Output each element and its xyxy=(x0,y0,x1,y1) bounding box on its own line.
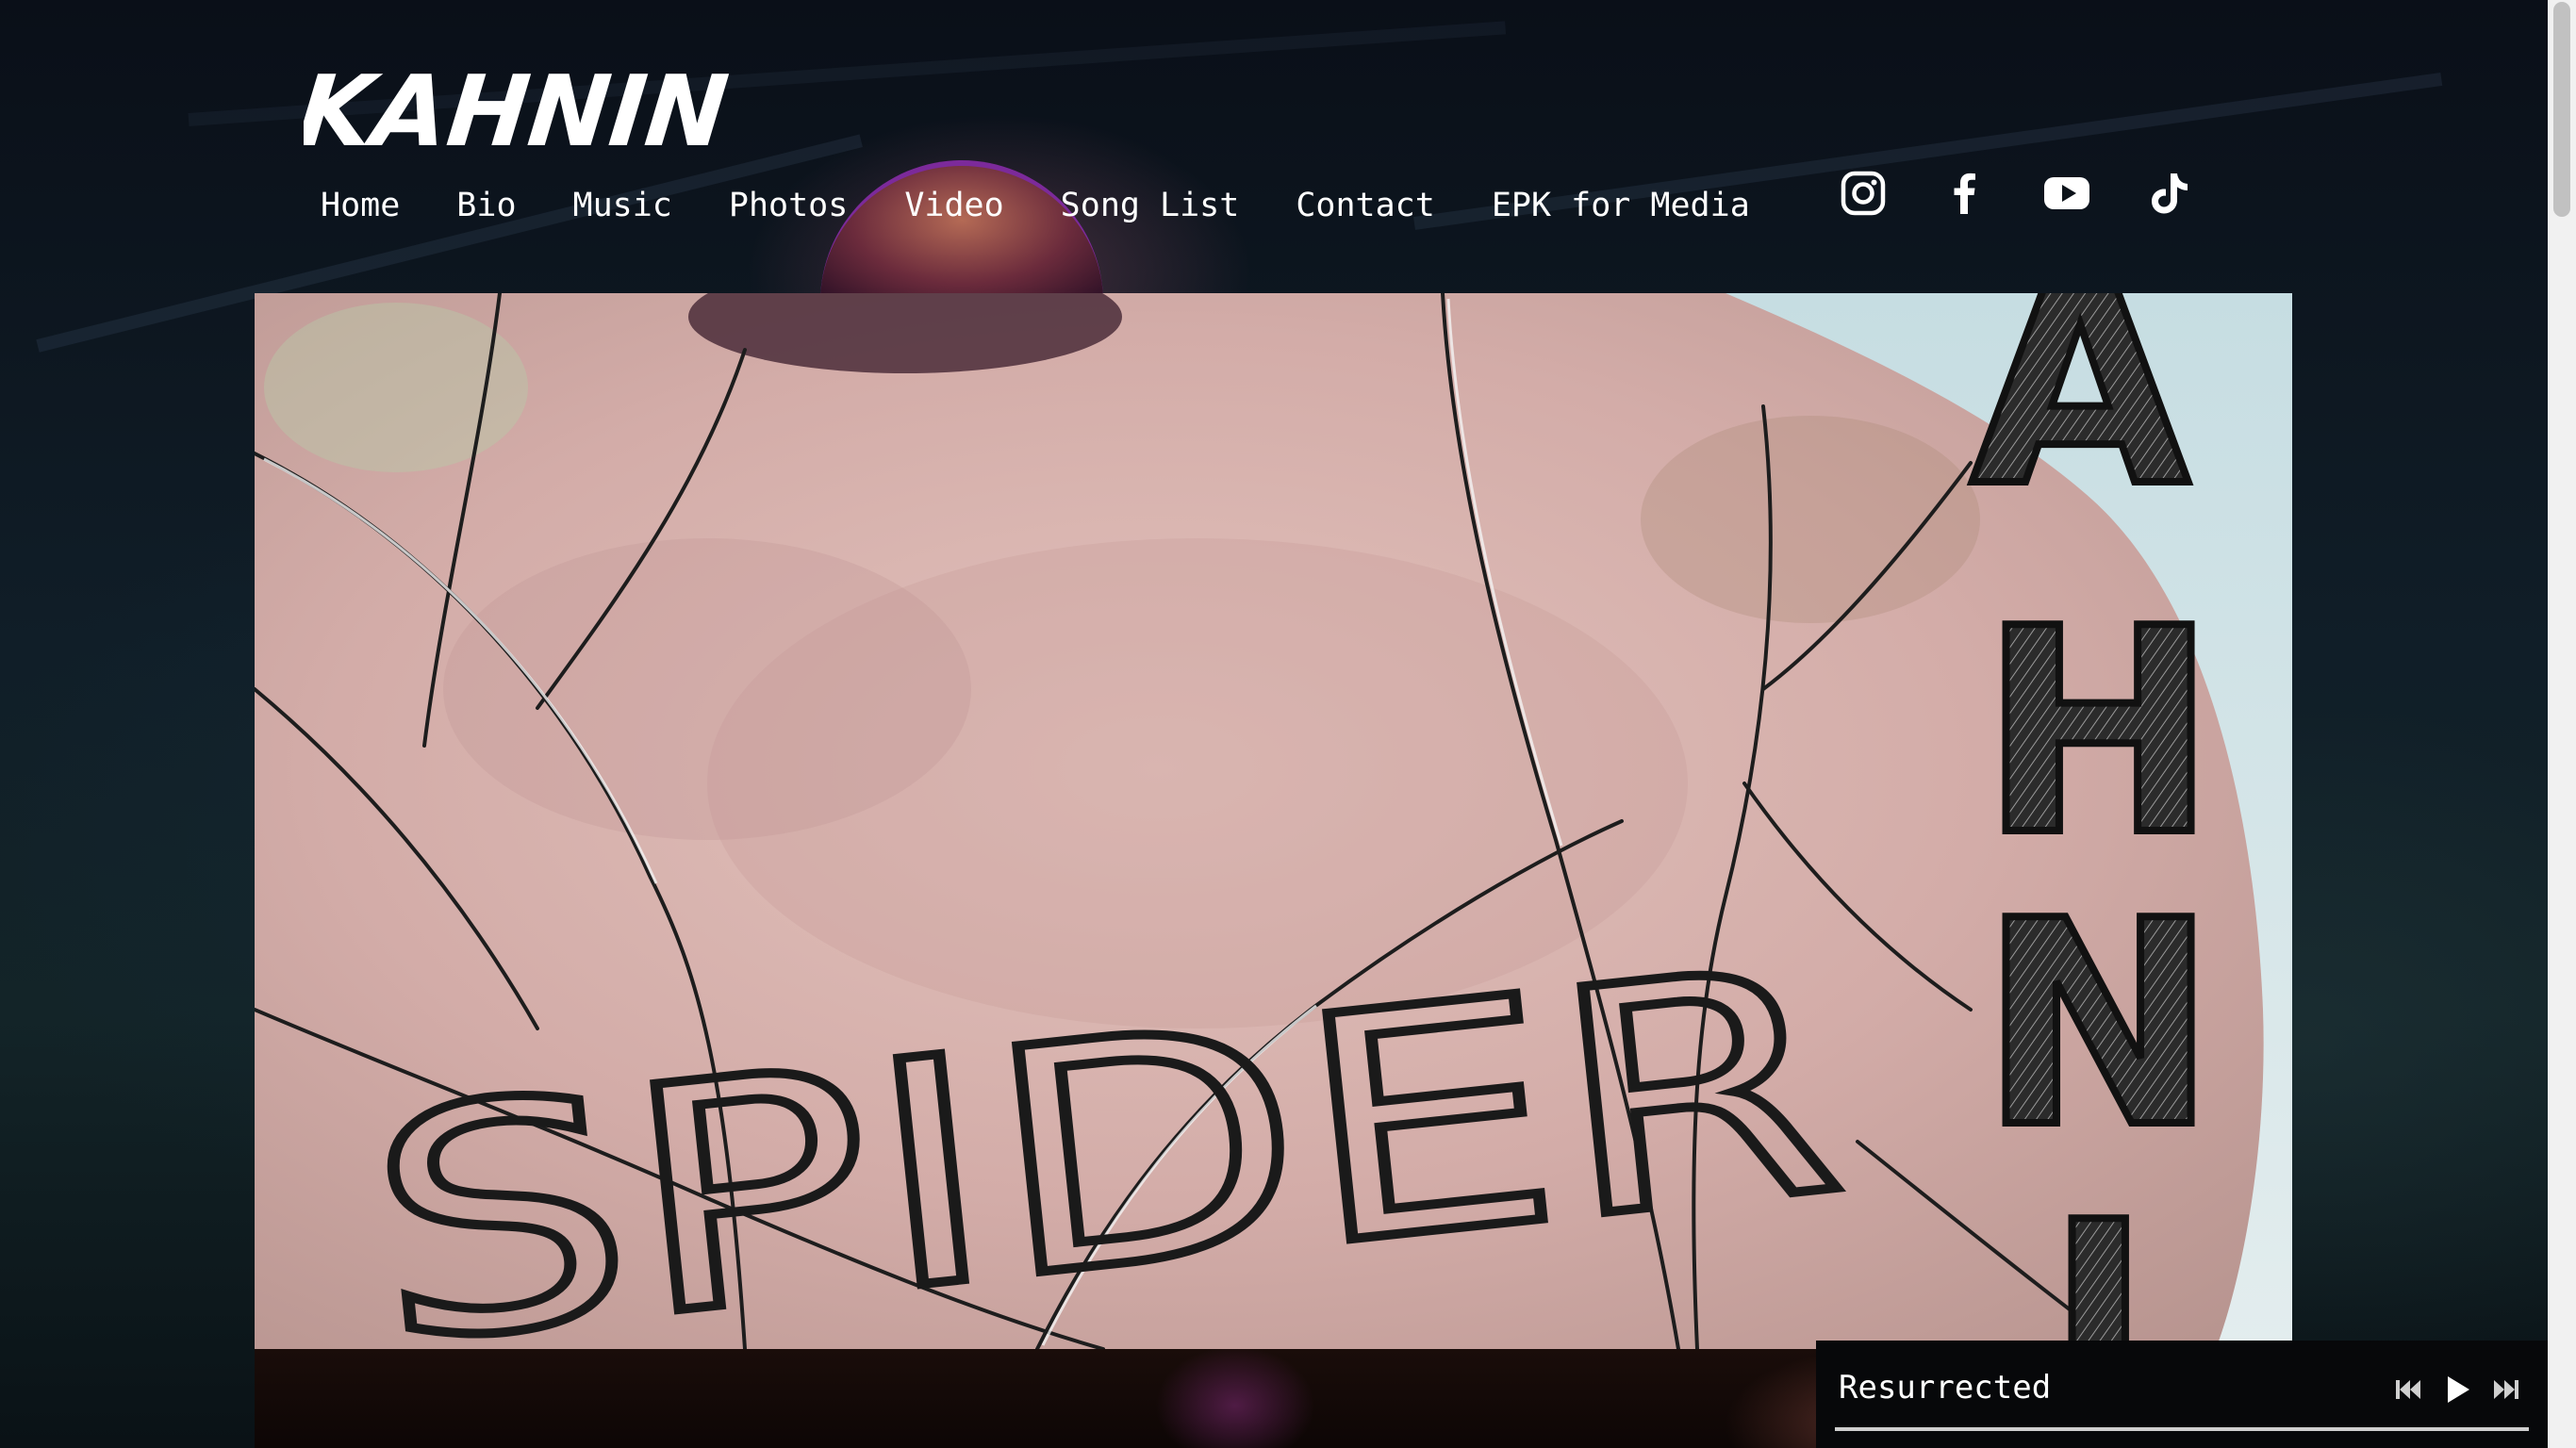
track-title: Resurrected xyxy=(1839,1369,2052,1407)
instagram-icon[interactable] xyxy=(1839,169,1888,218)
nav-music[interactable]: Music xyxy=(556,179,689,232)
music-player: Resurrected xyxy=(1816,1341,2548,1448)
hero-artwork-image: SPIDER A H N I xyxy=(255,293,2292,1349)
nav-video[interactable]: Video xyxy=(887,179,1020,232)
page-scrollbar[interactable] xyxy=(2548,0,2576,1448)
nav-bio[interactable]: Bio xyxy=(439,179,533,232)
main-nav: Home Bio Music Photos Video Song List Co… xyxy=(304,179,1790,232)
tiktok-icon[interactable] xyxy=(2144,169,2193,218)
nav-song-list[interactable]: Song List xyxy=(1044,179,1257,232)
hero-side-letter-a: A xyxy=(1971,293,2191,549)
hero-artwork-illustration: SPIDER A H N I xyxy=(255,293,2292,1349)
play-icon[interactable] xyxy=(2440,1373,2474,1407)
nav-photos[interactable]: Photos xyxy=(712,179,865,232)
scrollbar-thumb[interactable] xyxy=(2553,2,2570,217)
nav-contact[interactable]: Contact xyxy=(1279,179,1452,232)
hero-side-letter-n: N xyxy=(1980,861,2217,1190)
nav-home[interactable]: Home xyxy=(304,179,417,232)
social-links xyxy=(1839,165,2193,222)
hero-side-letter-i: I xyxy=(2046,1162,2152,1349)
facebook-icon[interactable] xyxy=(1940,169,1990,218)
track-progress-bar[interactable] xyxy=(1835,1427,2529,1431)
previous-track-icon[interactable] xyxy=(2391,1373,2425,1407)
nav-epk-for-media[interactable]: EPK for Media xyxy=(1475,179,1767,232)
logo-text: KAHNIN xyxy=(304,58,733,162)
hero-side-letter-h: H xyxy=(1980,568,2217,897)
next-track-icon[interactable] xyxy=(2489,1373,2523,1407)
site-logo[interactable]: KAHNIN xyxy=(292,54,737,169)
logo-wordmark: KAHNIN xyxy=(292,54,734,169)
youtube-icon[interactable] xyxy=(2042,169,2091,218)
